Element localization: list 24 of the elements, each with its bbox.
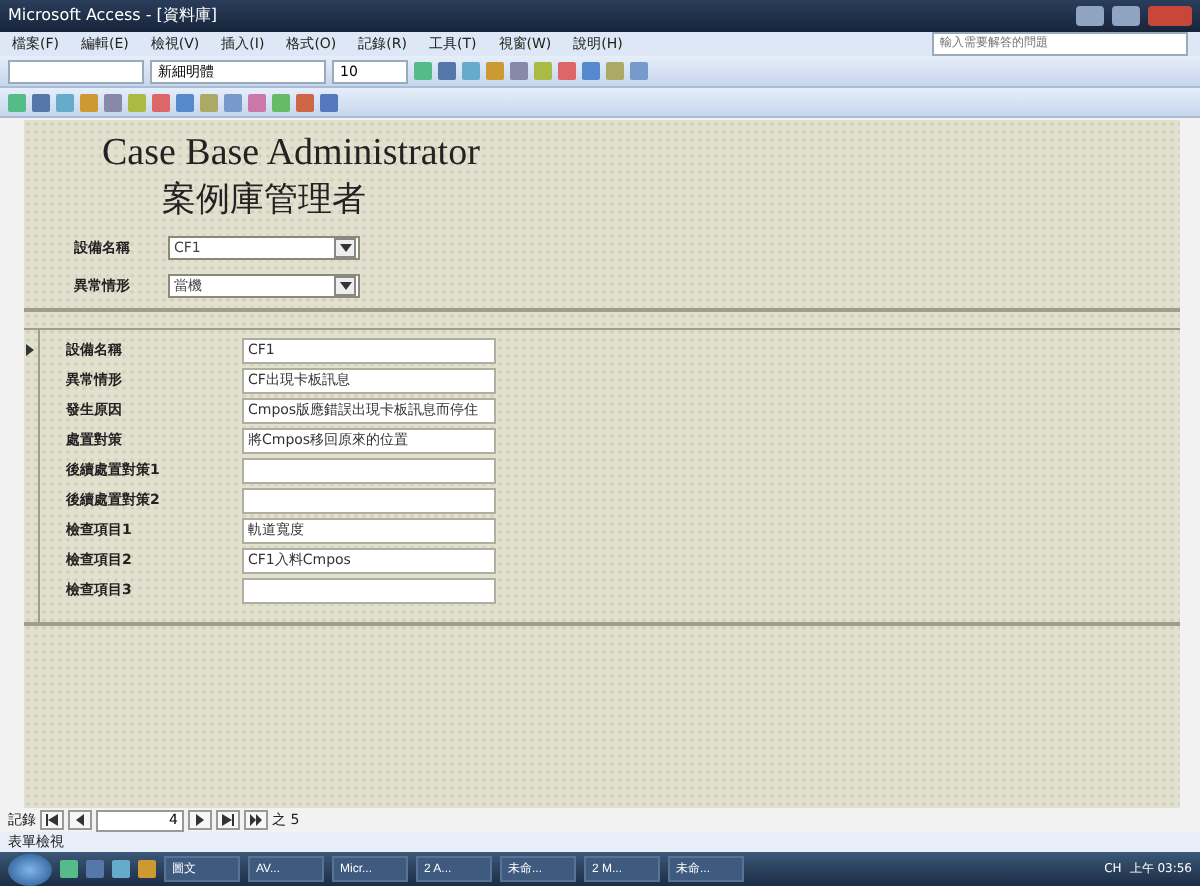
right-icon — [194, 814, 206, 827]
last-icon — [222, 814, 234, 827]
new-record-icon — [250, 814, 262, 827]
form-subtitle: 案例庫管理者 — [162, 178, 368, 223]
maximize-button[interactable] — [1112, 5, 1140, 26]
new-record-button[interactable] — [244, 810, 268, 831]
form-title: Case Base Administrator — [102, 132, 482, 177]
text-field[interactable] — [242, 457, 496, 484]
last-record-button[interactable] — [216, 810, 240, 831]
left-icon — [74, 814, 86, 827]
next-record-button[interactable] — [188, 810, 212, 831]
first-record-button[interactable] — [40, 810, 64, 831]
window-title: Microsoft Access - [資料庫] — [8, 4, 220, 27]
previous-record-button[interactable] — [68, 810, 92, 831]
dropdown-arrow-icon — [339, 280, 351, 293]
text-field[interactable] — [242, 487, 496, 514]
first-icon — [46, 814, 58, 827]
minimize-button[interactable] — [1076, 5, 1104, 26]
text-field[interactable] — [242, 577, 496, 604]
close-button[interactable] — [1148, 5, 1192, 26]
object-dropdown[interactable] — [8, 59, 144, 84]
dropdown-arrow-icon — [339, 242, 351, 255]
record-selector-icon — [24, 344, 36, 357]
start-button[interactable] — [8, 853, 52, 886]
